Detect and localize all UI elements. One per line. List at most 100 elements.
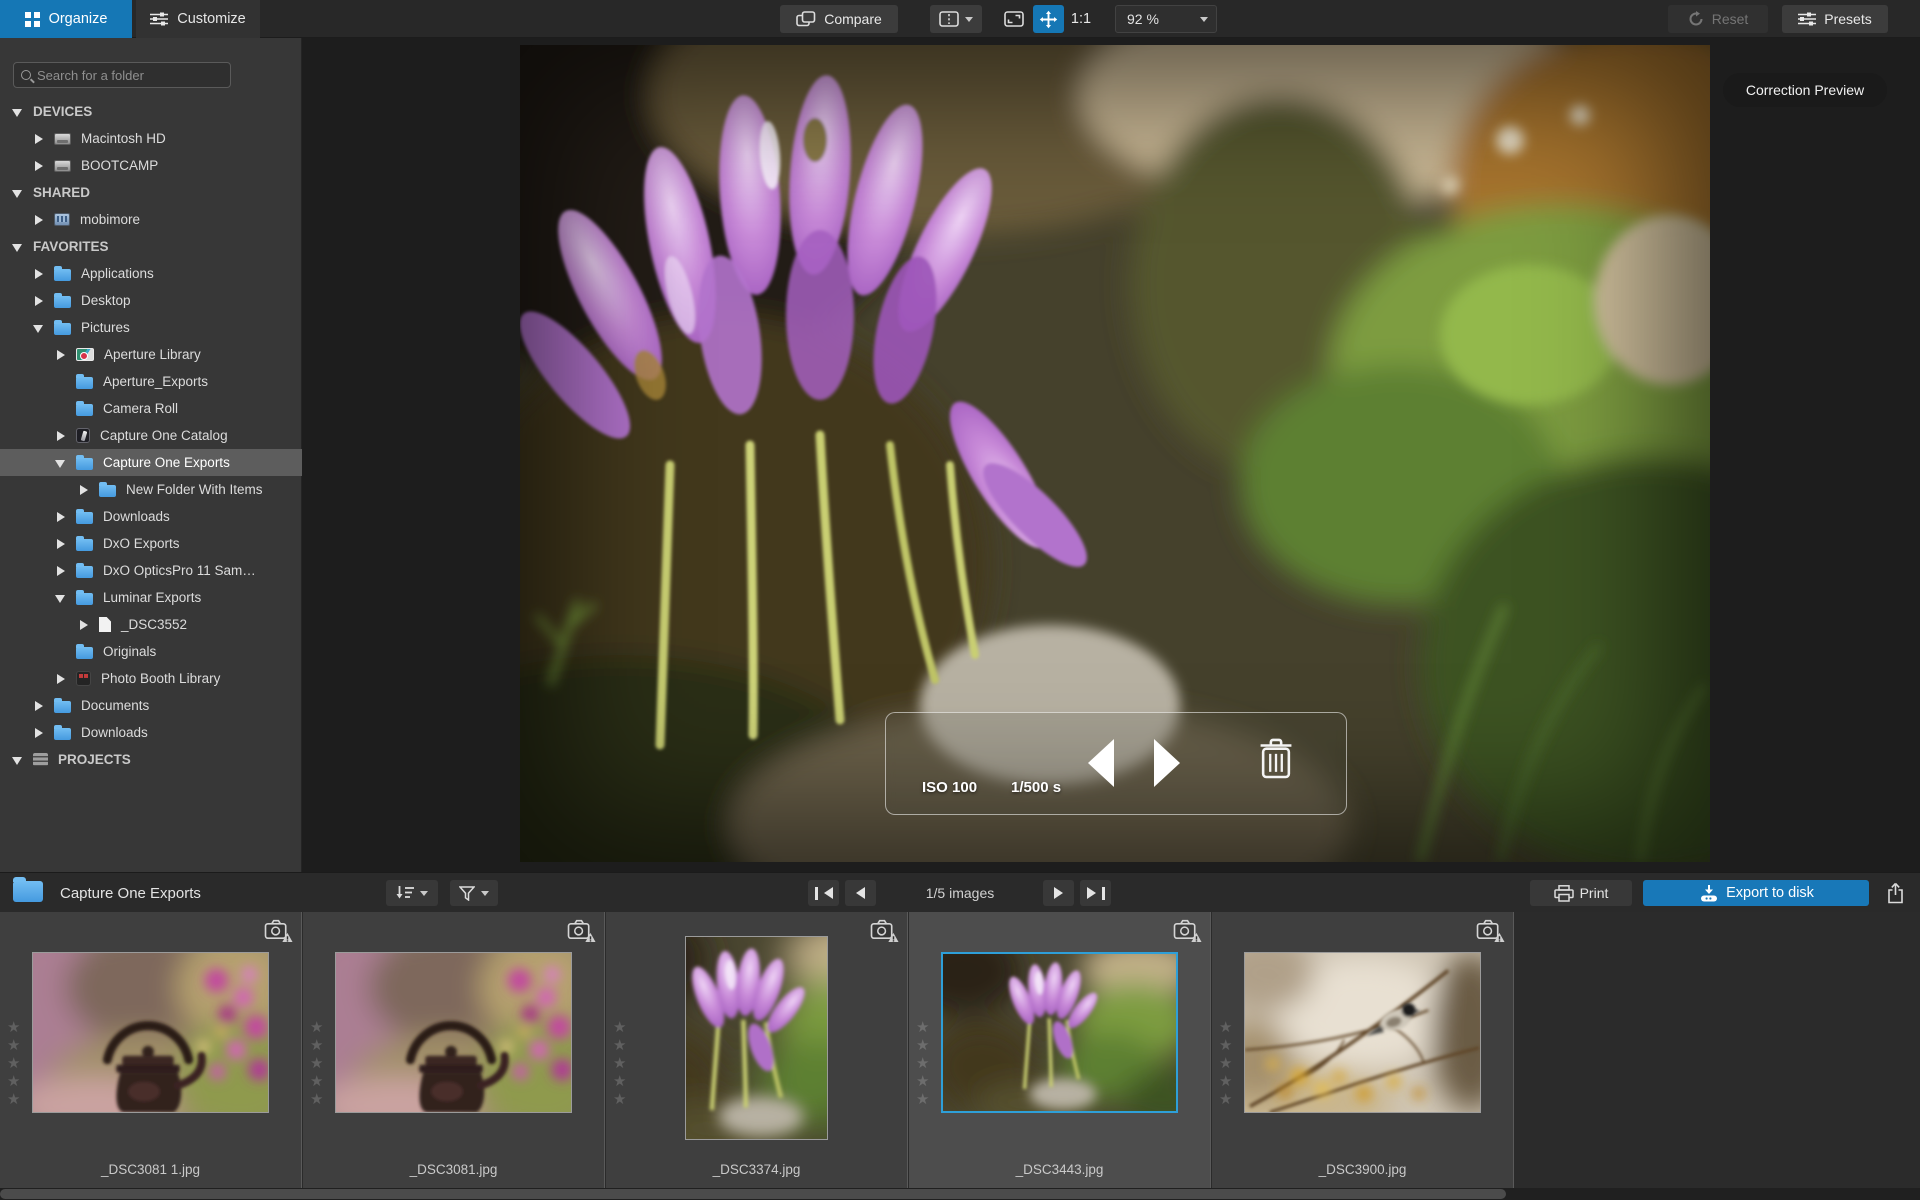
thumbnail-image[interactable] <box>32 952 269 1113</box>
disclosure-down-icon[interactable] <box>12 107 22 117</box>
sidebar-item-photo-booth-library[interactable]: Photo Booth Library <box>0 665 302 692</box>
thumbnail-cell-5[interactable]: ★ ★ ★ ★ ★ _DSC3900.jpg <box>1212 912 1514 1188</box>
tab-customize[interactable]: Customize <box>136 0 260 38</box>
disclosure-right-icon[interactable] <box>55 565 65 576</box>
catalog-icon <box>76 428 90 443</box>
search-icon <box>21 70 31 80</box>
sidebar-item-new-folder-with-items[interactable]: New Folder With Items <box>0 476 302 503</box>
thumbnail-cell-1[interactable]: ★ ★ ★ ★ ★ _DSC3081 1.jpg <box>0 912 302 1188</box>
disclosure-right-icon[interactable] <box>33 214 43 225</box>
sidebar-item-downloads[interactable]: Downloads <box>0 719 302 746</box>
print-label: Print <box>1579 885 1609 901</box>
horizontal-scrollbar[interactable] <box>0 1188 1920 1200</box>
sidebar-item-aperture-library[interactable]: Aperture Library <box>0 341 302 368</box>
sidebar-item-pictures[interactable]: Pictures <box>0 314 302 341</box>
disclosure-right-icon[interactable] <box>55 673 65 684</box>
correction-preview-button[interactable]: Correction Preview <box>1723 73 1887 107</box>
disclosure-down-icon[interactable] <box>33 323 43 333</box>
main-photo[interactable]: ISO 100 1/500 s <box>520 45 1710 862</box>
disclosure-down-icon[interactable] <box>12 242 22 252</box>
organize-grid-icon <box>24 11 40 27</box>
folder-search-input[interactable] <box>37 67 230 83</box>
sidebar-item-originals[interactable]: Originals <box>0 638 302 665</box>
sidebar-item-documents[interactable]: Documents <box>0 692 302 719</box>
disclosure-down-icon[interactable] <box>12 755 22 765</box>
disclosure-right-icon[interactable] <box>55 538 65 549</box>
disclosure-right-icon[interactable] <box>55 349 65 360</box>
sidebar-item-macintosh-hd[interactable]: Macintosh HD <box>0 125 302 152</box>
disclosure-right-icon[interactable] <box>33 160 43 171</box>
fit-to-screen-button[interactable] <box>998 5 1030 33</box>
thumbnail-image[interactable] <box>335 952 572 1113</box>
sidebar-item-capture-one-exports[interactable]: Capture One Exports <box>0 449 302 476</box>
sidebar-section-favorites[interactable]: FAVORITES <box>0 233 302 260</box>
thumbnail-image[interactable] <box>685 936 828 1140</box>
camera-warning-badge-icon <box>264 918 293 948</box>
previous-image-button[interactable] <box>845 880 876 906</box>
pan-tool-button[interactable] <box>1033 5 1064 33</box>
folder-search[interactable] <box>13 62 231 88</box>
thumbnail-image[interactable] <box>1244 952 1481 1113</box>
sidebar-item-luminar-exports[interactable]: Luminar Exports <box>0 584 302 611</box>
reset-button[interactable]: Reset <box>1668 5 1768 33</box>
compare-label: Compare <box>824 11 882 27</box>
disclosure-down-icon[interactable] <box>55 593 65 603</box>
presets-button[interactable]: Presets <box>1782 5 1888 33</box>
sidebar-item-aperture-exports[interactable]: Aperture_Exports <box>0 368 302 395</box>
disclosure-right-icon[interactable] <box>33 295 43 306</box>
disclosure-down-icon[interactable] <box>55 458 65 468</box>
folder-icon <box>54 725 71 740</box>
sidebar-item-downloads-pictures[interactable]: Downloads <box>0 503 302 530</box>
sort-button[interactable] <box>386 880 438 906</box>
rating-stars[interactable]: ★ ★ ★ ★ ★ <box>613 1020 626 1108</box>
rating-stars[interactable]: ★ ★ ★ ★ ★ <box>916 1020 929 1108</box>
filmstrip: ★ ★ ★ ★ ★ _DSC3081 1.jpg ★ ★ ★ ★ ★ _DSC3081.jpg … <box>0 912 1920 1188</box>
disclosure-right-icon[interactable] <box>33 727 43 738</box>
share-button[interactable] <box>1880 880 1910 906</box>
sidebar-item-bootcamp[interactable]: BOOTCAMP <box>0 152 302 179</box>
folder-icon <box>76 374 93 389</box>
scrollbar-thumb[interactable] <box>0 1189 1506 1199</box>
thumbnail-cell-3[interactable]: ★ ★ ★ ★ ★ _DSC3374.jpg <box>606 912 908 1188</box>
sidebar-item-dxo-exports[interactable]: DxO Exports <box>0 530 302 557</box>
sidebar-item-desktop[interactable]: Desktop <box>0 287 302 314</box>
filter-button[interactable] <box>450 880 498 906</box>
disclosure-right-icon[interactable] <box>78 484 88 495</box>
sidebar-item-capture-one-catalog[interactable]: Capture One Catalog <box>0 422 302 449</box>
rating-stars[interactable]: ★ ★ ★ ★ ★ <box>7 1020 20 1108</box>
zoom-actual-size-button[interactable]: 1:1 <box>1066 5 1096 33</box>
tab-organize[interactable]: Organize <box>0 0 132 38</box>
disclosure-right-icon[interactable] <box>33 700 43 711</box>
thumbnail-image[interactable] <box>941 952 1178 1113</box>
thumbnail-cell-2[interactable]: ★ ★ ★ ★ ★ _DSC3081.jpg <box>303 912 605 1188</box>
sidebar-item-applications[interactable]: Applications <box>0 260 302 287</box>
disclosure-right-icon[interactable] <box>33 133 43 144</box>
export-to-disk-button[interactable]: Export to disk <box>1643 880 1869 906</box>
sidebar-section-shared[interactable]: SHARED <box>0 179 302 206</box>
rating-stars[interactable]: ★ ★ ★ ★ ★ <box>310 1020 323 1108</box>
sidebar-item-dxo-opticspro-11[interactable]: DxO OpticsPro 11 Sam… <box>0 557 302 584</box>
rating-stars[interactable]: ★ ★ ★ ★ ★ <box>1219 1020 1232 1108</box>
split-view-button[interactable] <box>930 5 982 33</box>
next-image-arrow[interactable] <box>1154 739 1180 787</box>
print-button[interactable]: Print <box>1530 880 1632 906</box>
sidebar-item-mobimore[interactable]: mobimore <box>0 206 302 233</box>
disclosure-right-icon[interactable] <box>55 511 65 522</box>
disclosure-right-icon[interactable] <box>78 619 88 630</box>
disclosure-right-icon[interactable] <box>33 268 43 279</box>
first-image-button[interactable] <box>808 880 839 906</box>
sidebar-item-camera-roll[interactable]: Camera Roll <box>0 395 302 422</box>
last-image-button[interactable] <box>1080 880 1111 906</box>
sidebar-section-projects[interactable]: PROJECTS <box>0 746 302 773</box>
zoom-level-dropdown[interactable]: 92 % <box>1115 5 1217 33</box>
disclosure-right-icon[interactable] <box>55 430 65 441</box>
previous-image-arrow[interactable] <box>1088 739 1114 787</box>
disclosure-down-icon[interactable] <box>12 188 22 198</box>
thumbnail-cell-4[interactable]: ★ ★ ★ ★ ★ _DSC3443.jpg <box>909 912 1211 1188</box>
sidebar-section-devices[interactable]: DEVICES <box>0 98 302 125</box>
sidebar-item-dsc3552[interactable]: _DSC3552 <box>0 611 302 638</box>
next-image-button[interactable] <box>1043 880 1074 906</box>
compare-button[interactable]: Compare <box>780 5 898 33</box>
zoom-level-value: 92 % <box>1127 11 1159 27</box>
photo-booth-icon <box>76 671 91 686</box>
